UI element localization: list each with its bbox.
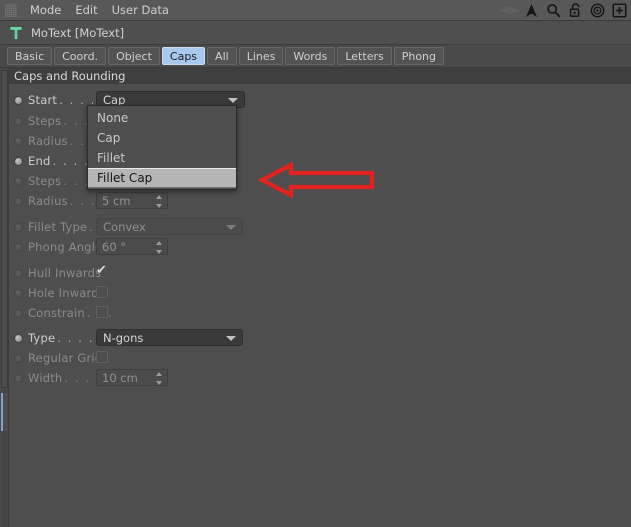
menu-bar-icons bbox=[500, 0, 629, 21]
animate-bullet-fillet-type[interactable] bbox=[14, 222, 23, 232]
row-hull-inwards: Hull Inwards bbox=[9, 263, 101, 283]
checkbox-hull-inwards[interactable]: ✔ bbox=[96, 264, 108, 277]
label-steps-end: Steps bbox=[28, 174, 62, 188]
input-width[interactable]: 10 cm bbox=[96, 369, 168, 386]
drag-grip-icon[interactable] bbox=[5, 3, 17, 17]
row-hole-inwards: Hole Inwards bbox=[9, 283, 105, 303]
field-type-wrap: N-gons bbox=[96, 329, 243, 346]
cinema4d-attributes-window: Mode Edit User Data MoText [MoText] Basi… bbox=[0, 0, 631, 527]
label-constrain: Constrain bbox=[28, 306, 85, 320]
section-header-caps-and-rounding: Caps and Rounding bbox=[9, 68, 631, 85]
tab-caps[interactable]: Caps bbox=[161, 47, 206, 65]
animate-bullet-regular-grid[interactable] bbox=[14, 353, 23, 363]
animate-bullet-end[interactable] bbox=[14, 156, 23, 166]
label-phong-angle: Phong Angle bbox=[28, 240, 103, 254]
chevron-down-icon bbox=[226, 224, 236, 230]
tab-lines[interactable]: Lines bbox=[238, 47, 284, 65]
field-hull-inwards-wrap: ✔ bbox=[96, 264, 108, 277]
input-radius-end-value: 5 cm bbox=[102, 193, 131, 208]
animate-bullet-start[interactable] bbox=[14, 95, 23, 105]
tab-letters[interactable]: Letters bbox=[337, 47, 392, 65]
field-radius-end-wrap: 5 cm bbox=[96, 192, 168, 209]
scrollbar-thumb[interactable] bbox=[1, 70, 8, 388]
input-phong-angle-value: 60 ° bbox=[102, 239, 127, 254]
menu-item-mode[interactable]: Mode bbox=[23, 0, 68, 20]
panel-scrollbar[interactable] bbox=[0, 68, 9, 527]
animate-bullet-radius-end[interactable] bbox=[14, 196, 23, 206]
animate-bullet-hole-inwards[interactable] bbox=[14, 288, 23, 298]
dropdown-fillet-type[interactable]: Convex bbox=[96, 218, 243, 235]
input-radius-end[interactable]: 5 cm bbox=[96, 192, 168, 209]
label-fillet-type: Fillet Type bbox=[28, 220, 88, 234]
tab-phong[interactable]: Phong bbox=[393, 47, 445, 65]
checkbox-hole-inwards[interactable] bbox=[96, 286, 108, 298]
menu-bar: Mode Edit User Data bbox=[0, 0, 631, 21]
spinner-width[interactable] bbox=[155, 372, 162, 385]
animate-bullet-steps-start[interactable] bbox=[14, 116, 23, 126]
target-circle-icon[interactable] bbox=[588, 1, 607, 20]
unlock-icon[interactable] bbox=[566, 1, 585, 20]
dropdown-option-fillet-cap[interactable]: Fillet Cap bbox=[88, 168, 236, 188]
animate-bullet-constrain[interactable] bbox=[14, 308, 23, 318]
label-start: Start bbox=[28, 93, 58, 107]
field-fillet-type-wrap: Convex bbox=[96, 218, 243, 235]
label-end: End bbox=[28, 154, 51, 168]
field-phong-angle-wrap: 60 ° bbox=[96, 238, 168, 255]
row-regular-grid: Regular Grid bbox=[9, 348, 102, 368]
cursor-arrow-icon[interactable] bbox=[522, 1, 541, 20]
label-type: Type bbox=[28, 331, 56, 345]
field-width-wrap: 10 cm bbox=[96, 369, 168, 386]
tab-object[interactable]: Object bbox=[108, 47, 160, 65]
label-hole-inwards: Hole Inwards bbox=[28, 286, 105, 300]
input-phong-angle[interactable]: 60 ° bbox=[96, 238, 168, 255]
dropdown-type-value: N-gons bbox=[103, 330, 144, 345]
motext-t-icon bbox=[9, 25, 23, 41]
label-radius-start: Radius bbox=[28, 134, 68, 148]
spinner-phong-angle[interactable] bbox=[155, 241, 162, 254]
object-title-row: MoText [MoText] bbox=[0, 21, 631, 45]
dropdown-fillet-type-value: Convex bbox=[103, 219, 146, 234]
checkbox-regular-grid[interactable] bbox=[96, 351, 108, 363]
dropdown-start-menu[interactable]: None Cap Fillet Fillet Cap bbox=[87, 105, 237, 190]
field-constrain-wrap bbox=[96, 306, 108, 318]
menu-item-user-data[interactable]: User Data bbox=[105, 0, 176, 20]
animate-bullet-hull-inwards[interactable] bbox=[14, 268, 23, 278]
menu-item-edit[interactable]: Edit bbox=[68, 0, 104, 20]
row-phong-angle: Phong Angle bbox=[9, 237, 102, 257]
animate-bullet-radius-start[interactable] bbox=[14, 136, 23, 146]
animate-bullet-steps-end[interactable] bbox=[14, 176, 23, 186]
label-hull-inwards: Hull Inwards bbox=[28, 266, 102, 280]
label-radius-end: Radius bbox=[28, 194, 68, 208]
label-steps-start: Steps bbox=[28, 114, 62, 128]
animate-bullet-type[interactable] bbox=[14, 333, 23, 343]
tab-strip: Basic Coord. Object Caps All Lines Words… bbox=[0, 45, 631, 68]
dropdown-option-cap[interactable]: Cap bbox=[88, 128, 236, 148]
add-plus-icon[interactable] bbox=[610, 1, 629, 20]
field-hole-inwards-wrap bbox=[96, 286, 108, 298]
input-width-value: 10 cm bbox=[102, 370, 138, 385]
chevron-down-icon bbox=[226, 335, 236, 341]
field-regular-grid-wrap bbox=[96, 351, 108, 363]
search-icon[interactable] bbox=[544, 1, 563, 20]
label-regular-grid: Regular Grid bbox=[28, 351, 103, 365]
spinner-radius-end[interactable] bbox=[155, 195, 162, 208]
tab-words[interactable]: Words bbox=[285, 47, 336, 65]
dropdown-type[interactable]: N-gons bbox=[96, 329, 243, 346]
page-title: MoText [MoText] bbox=[31, 25, 125, 40]
layer-diamond-icon[interactable] bbox=[500, 1, 519, 20]
tab-basic[interactable]: Basic bbox=[7, 47, 53, 65]
dropdown-option-none[interactable]: None bbox=[88, 108, 236, 128]
tab-all[interactable]: All bbox=[207, 47, 237, 65]
animate-bullet-width[interactable] bbox=[14, 373, 23, 383]
dropdown-option-fillet[interactable]: Fillet bbox=[88, 148, 236, 168]
animate-bullet-phong-angle[interactable] bbox=[14, 242, 23, 252]
chevron-down-icon bbox=[228, 97, 238, 103]
checkbox-constrain[interactable] bbox=[96, 306, 108, 318]
scrollbar-section-marker[interactable] bbox=[1, 393, 8, 431]
label-width: Width bbox=[28, 371, 63, 385]
tab-coord[interactable]: Coord. bbox=[54, 47, 107, 65]
